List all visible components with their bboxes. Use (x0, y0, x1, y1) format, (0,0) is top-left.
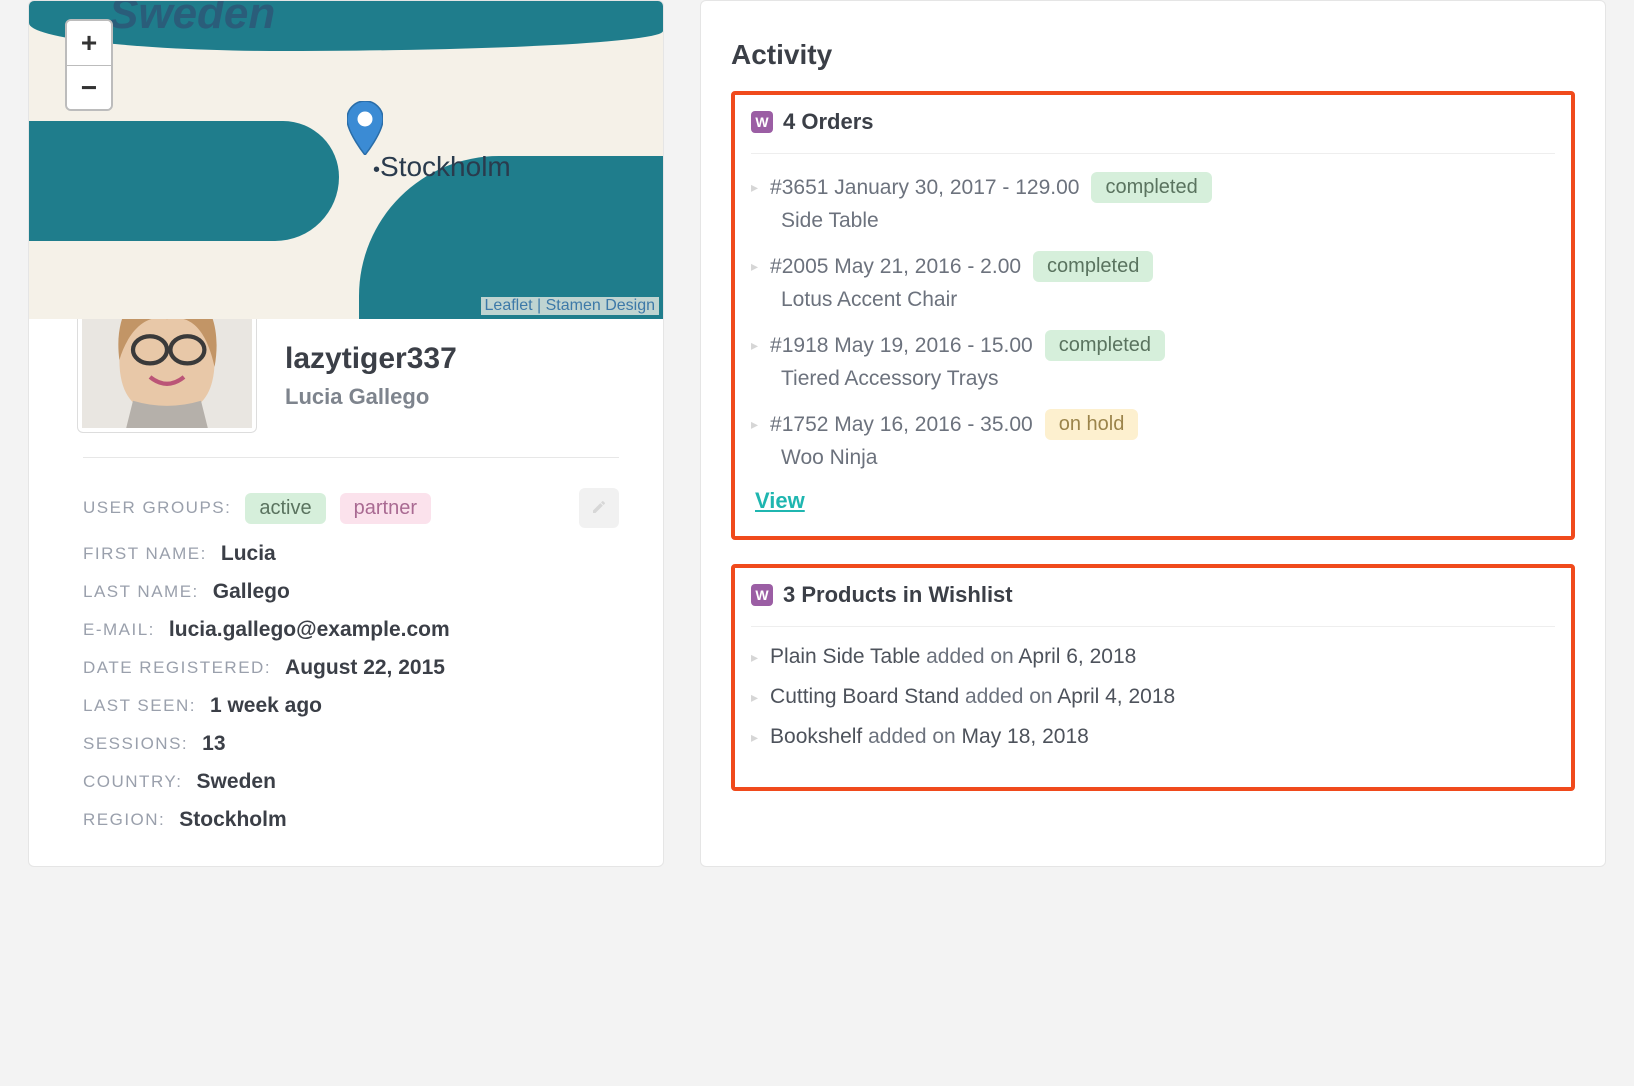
map-attribution[interactable]: Leaflet | Stamen Design (481, 297, 659, 315)
wishlist-section: W 3 Products in Wishlist ▸ Plain Side Tab… (731, 564, 1575, 791)
map-label-city: •Stockholm (373, 151, 511, 183)
caret-right-icon: ▸ (751, 689, 758, 706)
full-name: Lucia Gallego (285, 384, 457, 410)
map-marker-icon (347, 101, 383, 155)
wishlist-item[interactable]: ▸ Bookshelf added on May 18, 2018 (751, 725, 1555, 749)
order-status-badge: completed (1045, 330, 1165, 361)
label-email: E-MAIL: (83, 620, 155, 640)
woo-icon: W (751, 584, 773, 606)
activity-title: Activity (731, 39, 1575, 71)
map-label-country: Sweden (109, 1, 275, 39)
order-summary: #1752 May 16, 2016 - 35.00 (770, 413, 1033, 437)
order-summary: #2005 May 21, 2016 - 2.00 (770, 255, 1021, 279)
order-product: Lotus Accent Chair (781, 288, 1555, 312)
value-sessions: 13 (202, 732, 225, 756)
wishlist-list: ▸ Plain Side Table added on April 6, 2018… (751, 645, 1555, 749)
wishlist-item-date: May 18, 2018 (962, 725, 1089, 748)
wishlist-added-on: added on (965, 685, 1053, 708)
order-product: Side Table (781, 209, 1555, 233)
order-item[interactable]: ▸ #1918 May 19, 2016 - 15.00 completed Tier… (751, 330, 1555, 391)
order-summary: #3651 January 30, 2017 - 129.00 (770, 176, 1079, 200)
wishlist-added-on: added on (926, 645, 1014, 668)
zoom-in-button[interactable]: + (67, 21, 111, 65)
wishlist-item-name: Cutting Board Stand (770, 685, 959, 708)
woo-icon: W (751, 111, 773, 133)
badge-group-partner[interactable]: partner (340, 493, 431, 524)
wishlist-item[interactable]: ▸ Cutting Board Stand added on April 4, 2… (751, 685, 1555, 709)
caret-right-icon: ▸ (751, 337, 758, 354)
activity-card: Activity W 4 Orders ▸ #3651 January 30, 2… (700, 0, 1606, 867)
wishlist-item-name: Plain Side Table (770, 645, 920, 668)
caret-right-icon: ▸ (751, 179, 758, 196)
orders-heading: 4 Orders (783, 109, 874, 135)
username: lazytiger337 (285, 342, 457, 376)
map-zoom-controls: + − (65, 19, 113, 111)
order-summary: #1918 May 19, 2016 - 15.00 (770, 334, 1033, 358)
order-status-badge: completed (1033, 251, 1153, 282)
value-date-registered: August 22, 2015 (285, 656, 445, 680)
orders-view-link[interactable]: View (755, 488, 805, 513)
caret-right-icon: ▸ (751, 729, 758, 746)
caret-right-icon: ▸ (751, 416, 758, 433)
map[interactable]: Sweden •Stockholm + − Leaflet | Stamen D… (29, 1, 663, 319)
wishlist-heading: 3 Products in Wishlist (783, 582, 1013, 608)
wishlist-item-date: April 6, 2018 (1018, 645, 1136, 668)
caret-right-icon: ▸ (751, 649, 758, 666)
order-item[interactable]: ▸ #3651 January 30, 2017 - 129.00 complete… (751, 172, 1555, 233)
value-first-name: Lucia (221, 542, 276, 566)
profile-card: Sweden •Stockholm + − Leaflet | Stamen D… (28, 0, 664, 867)
zoom-out-button[interactable]: − (67, 65, 111, 109)
profile-header: lazytiger337 Lucia Gallego (29, 319, 663, 457)
order-product: Tiered Accessory Trays (781, 367, 1555, 391)
label-last-name: LAST NAME: (83, 582, 199, 602)
wishlist-item-name: Bookshelf (770, 725, 862, 748)
badge-group-active[interactable]: active (245, 493, 325, 524)
label-region: REGION: (83, 810, 165, 830)
label-last-seen: LAST SEEN: (83, 696, 196, 716)
wishlist-added-on: added on (868, 725, 956, 748)
order-status-badge: completed (1091, 172, 1211, 203)
value-last-seen: 1 week ago (210, 694, 322, 718)
profile-details: USER GROUPS: active partner FIRST NAME: L… (29, 457, 663, 866)
caret-right-icon: ▸ (751, 258, 758, 275)
value-region: Stockholm (179, 808, 286, 832)
order-status-badge: on hold (1045, 409, 1139, 440)
value-last-name: Gallego (213, 580, 290, 604)
edit-button[interactable] (579, 488, 619, 528)
label-first-name: FIRST NAME: (83, 544, 207, 564)
label-user-groups: USER GROUPS: (83, 498, 231, 518)
orders-section: W 4 Orders ▸ #3651 January 30, 2017 - 129… (731, 91, 1575, 540)
value-email: lucia.gallego@example.com (169, 618, 450, 642)
order-item[interactable]: ▸ #2005 May 21, 2016 - 2.00 completed Lotus… (751, 251, 1555, 312)
order-item[interactable]: ▸ #1752 May 16, 2016 - 35.00 on hold Woo Ni… (751, 409, 1555, 470)
order-product: Woo Ninja (781, 446, 1555, 470)
orders-list: ▸ #3651 January 30, 2017 - 129.00 complete… (751, 172, 1555, 470)
label-sessions: SESSIONS: (83, 734, 188, 754)
pencil-icon (591, 499, 607, 518)
label-country: COUNTRY: (83, 772, 183, 792)
wishlist-item[interactable]: ▸ Plain Side Table added on April 6, 2018 (751, 645, 1555, 669)
label-date-registered: DATE REGISTERED: (83, 658, 271, 678)
wishlist-item-date: April 4, 2018 (1057, 685, 1175, 708)
value-country: Sweden (197, 770, 276, 794)
